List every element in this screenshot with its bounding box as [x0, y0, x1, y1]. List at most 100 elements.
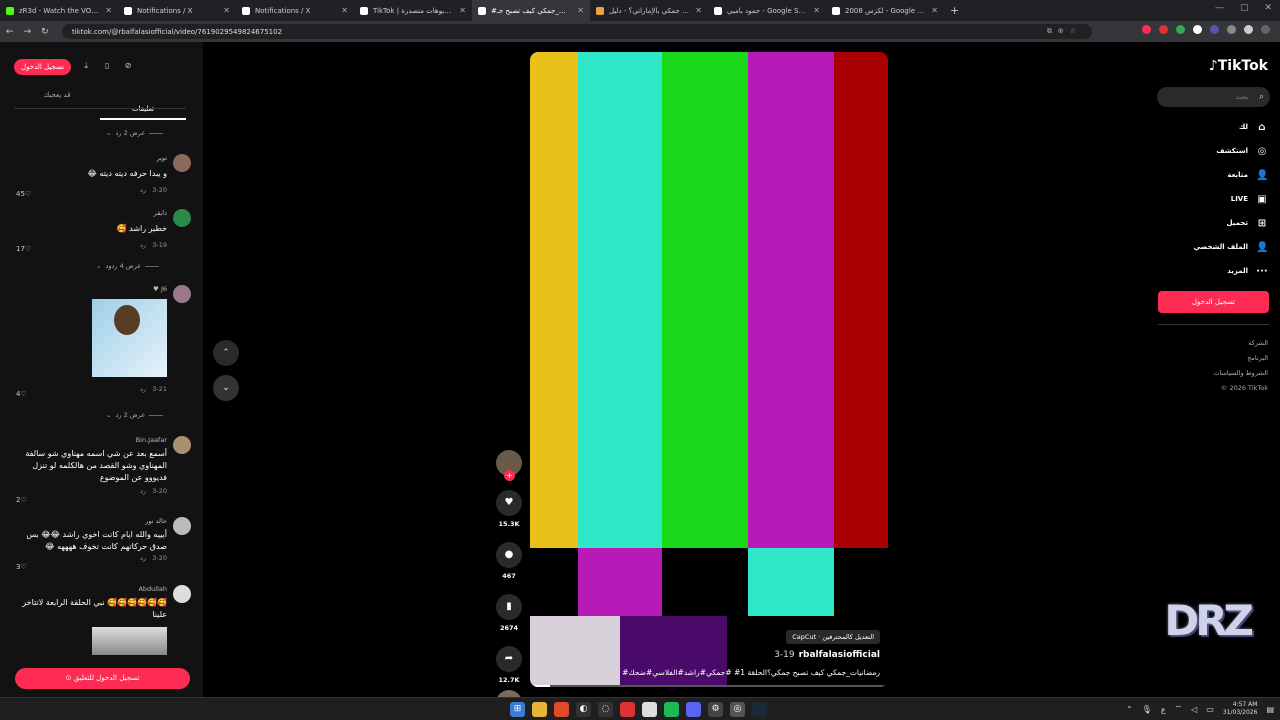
- like-action[interactable]: ♥ 15.3K: [495, 490, 523, 528]
- notifications-icon[interactable]: ▤: [1266, 705, 1274, 714]
- close-tab-icon[interactable]: ✕: [695, 6, 702, 15]
- comment-author[interactable]: دايقر: [16, 209, 167, 217]
- mic-icon[interactable]: 🎙: [1142, 705, 1152, 714]
- maximize-icon[interactable]: ▢: [1240, 3, 1249, 13]
- nav-item[interactable]: استكشف ◎: [1158, 139, 1268, 163]
- search-icon[interactable]: ⌕: [1259, 87, 1264, 107]
- reply-button[interactable]: رد: [140, 385, 146, 393]
- video-caption[interactable]: #رمضانيات_جمكي كيف تصبح جمكي؟الحلقة 1# #…: [622, 668, 880, 677]
- creator-avatar[interactable]: +: [496, 450, 522, 481]
- comment-image[interactable]: [92, 627, 167, 655]
- app-icon[interactable]: ◎: [730, 702, 745, 717]
- previous-video-button[interactable]: ⌃: [213, 340, 239, 366]
- close-tab-icon[interactable]: ✕: [931, 6, 938, 15]
- search-input[interactable]: بحث ⌕: [1157, 87, 1270, 107]
- phone-icon[interactable]: ▯: [101, 61, 113, 73]
- close-tab-icon[interactable]: ✕: [459, 6, 466, 15]
- close-tab-icon[interactable]: ✕: [341, 6, 348, 15]
- next-video-button[interactable]: ⌄: [213, 375, 239, 401]
- comment-bubble-icon[interactable]: ●: [496, 542, 522, 568]
- settings-icon[interactable]: ⚙: [708, 702, 723, 717]
- reply-button[interactable]: رد: [140, 186, 146, 194]
- browser-tab[interactable]: #رمضانيات_جمكي كيف تصبح جـ ✕: [472, 0, 590, 21]
- close-icon[interactable]: ✕: [1264, 3, 1272, 13]
- avatar[interactable]: [173, 285, 191, 303]
- view-replies-button[interactable]: ⌄ عرض 2 رد: [106, 129, 164, 137]
- video-author[interactable]: 3-19 rbalfalasiofficial: [774, 650, 880, 660]
- minimize-icon[interactable]: —: [1215, 3, 1224, 13]
- extension-icon[interactable]: [1227, 25, 1236, 34]
- browser-tab[interactable]: zR3d - Watch the VOD on Kick ✕: [0, 0, 118, 21]
- browser-tab[interactable]: Notifications / X ✕: [236, 0, 354, 21]
- clock[interactable]: 4:57 AM 31/03/2026: [1223, 701, 1258, 717]
- video-username[interactable]: rbalfalasiofficial: [799, 650, 880, 660]
- tiktok-logo[interactable]: ♪TikTok: [1209, 58, 1268, 74]
- login-button[interactable]: تسجيل الدخول: [1158, 291, 1269, 313]
- comment-likes[interactable]: 4♡: [16, 390, 27, 398]
- extension-icon[interactable]: [1176, 25, 1185, 34]
- comment-likes[interactable]: 2♡: [16, 496, 27, 504]
- close-tab-icon[interactable]: ✕: [813, 6, 820, 15]
- share-action[interactable]: ➦ 12.7K: [495, 646, 523, 684]
- comment-likes[interactable]: 3♡: [16, 563, 27, 571]
- close-tab-icon[interactable]: ✕: [223, 6, 230, 15]
- comment-author[interactable]: Abdullah: [16, 585, 167, 593]
- url-actions-icon[interactable]: ⧉⊕☆: [1047, 27, 1082, 36]
- browser-tab[interactable]: حمود باميي - Google Search ✕: [708, 0, 826, 21]
- app-icon[interactable]: [620, 702, 635, 717]
- reply-button[interactable]: رد: [140, 241, 146, 249]
- avatar[interactable]: [173, 209, 191, 227]
- nav-item[interactable]: المزيد ···: [1158, 259, 1268, 283]
- start-icon[interactable]: ⊞: [510, 702, 525, 717]
- tab-related[interactable]: قد يعجبك: [14, 91, 100, 120]
- nav-item[interactable]: متابعة 👤: [1158, 163, 1268, 187]
- spotify-icon[interactable]: [664, 702, 679, 717]
- extension-icon[interactable]: [1159, 25, 1168, 34]
- video-progress-bar[interactable]: [530, 685, 888, 687]
- app-icon[interactable]: ◐: [576, 702, 591, 717]
- extension-icon[interactable]: [1142, 25, 1151, 34]
- footer-link[interactable]: الشروط والسياسات: [1213, 366, 1268, 381]
- comment-author[interactable]: توير: [16, 154, 167, 162]
- menu-kebab-icon[interactable]: [1261, 25, 1270, 34]
- reply-button[interactable]: رد: [140, 554, 146, 562]
- avatar[interactable]: [173, 154, 191, 172]
- avatar[interactable]: [173, 585, 191, 603]
- volume-icon[interactable]: ◁: [1191, 705, 1197, 714]
- browser-tab[interactable]: ما معنى جمكي بالإماراتي؟ - دليل ✕: [590, 0, 708, 21]
- save-action[interactable]: ▮ 2674: [495, 594, 523, 632]
- footer-link[interactable]: البرنامج: [1213, 351, 1268, 366]
- nav-item[interactable]: LIVE ▣: [1158, 187, 1268, 211]
- comment-likes[interactable]: 17♡: [16, 245, 31, 253]
- url-field[interactable]: tiktok.com/@rbalfalasiofficial/video/761…: [62, 24, 1092, 39]
- view-replies-button[interactable]: ⌄ عرض 2 رد: [106, 411, 164, 419]
- browser-tab[interactable]: Notifications / X ✕: [118, 0, 236, 21]
- avatar[interactable]: [173, 517, 191, 535]
- browser-tab[interactable]: لكزس 2008 - Google Search ✕: [826, 0, 944, 21]
- reload-icon[interactable]: ↻: [41, 27, 49, 37]
- wifi-icon[interactable]: ⌔: [1175, 704, 1183, 714]
- discord-icon[interactable]: [686, 702, 701, 717]
- view-replies-button[interactable]: ⌄ عرض 4 ردود: [96, 262, 160, 270]
- extension-icon[interactable]: [1193, 25, 1202, 34]
- language-indicator[interactable]: ع: [1161, 705, 1166, 714]
- comment-author[interactable]: J6 ♥: [16, 285, 167, 293]
- profile-avatar-icon[interactable]: [1244, 25, 1253, 34]
- capcut-tag[interactable]: CapCut · التعديل كالمحترفين: [786, 630, 880, 644]
- chrome-icon[interactable]: [642, 702, 657, 717]
- window-controls[interactable]: — ▢ ✕: [1215, 3, 1272, 13]
- video-player[interactable]: CapCut · التعديل كالمحترفين 3-19 rbalfala…: [530, 52, 888, 687]
- app-icon[interactable]: ◌: [598, 702, 613, 717]
- brave-icon[interactable]: [554, 702, 569, 717]
- battery-icon[interactable]: ▭: [1206, 705, 1214, 714]
- comment-likes[interactable]: 45♡: [16, 190, 31, 198]
- new-tab-button[interactable]: +: [944, 4, 965, 17]
- browser-tab[interactable]: TikTok | شاهد فيديوهات متصدرة ✕: [354, 0, 472, 21]
- steam-icon[interactable]: [752, 702, 767, 717]
- comment-author[interactable]: Bin.Jaafar: [16, 436, 167, 444]
- compass-small-icon[interactable]: ⊘: [122, 61, 134, 73]
- comment-action[interactable]: ● 467: [495, 542, 523, 580]
- reply-button[interactable]: رد: [140, 487, 146, 495]
- close-tab-icon[interactable]: ✕: [105, 6, 112, 15]
- heart-icon[interactable]: ♥: [496, 490, 522, 516]
